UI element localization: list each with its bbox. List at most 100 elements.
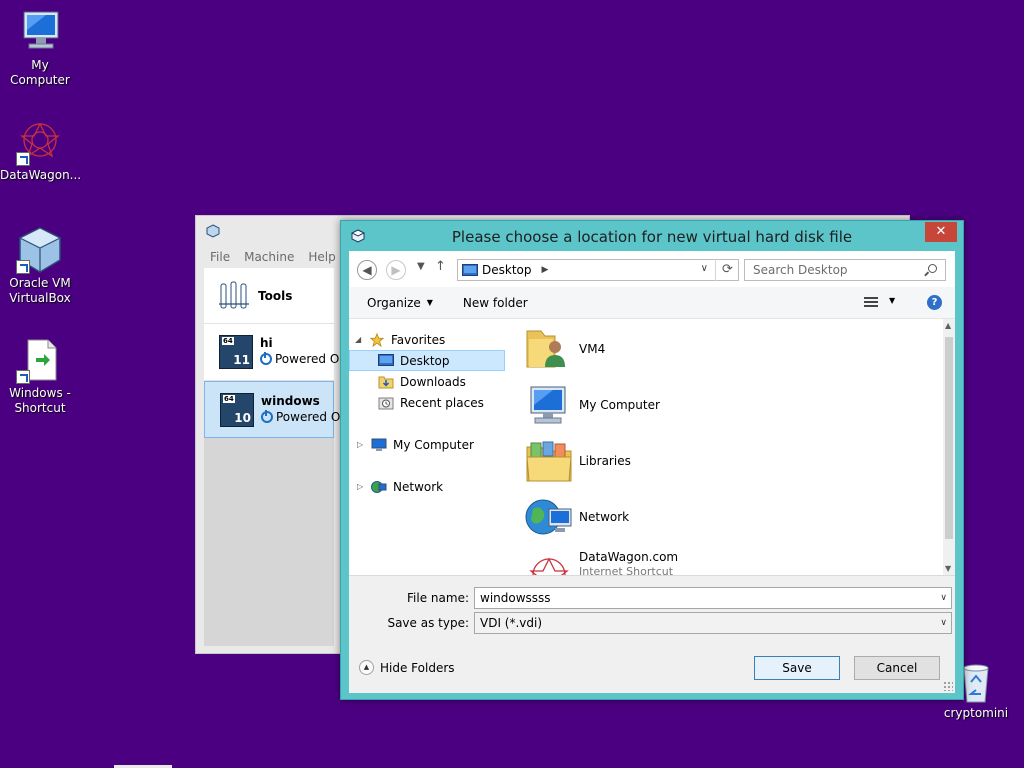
- save-file-dialog[interactable]: Please choose a location for new virtual…: [340, 220, 964, 700]
- organize-button[interactable]: Organize ▼: [367, 296, 433, 310]
- file-name: My Computer: [579, 398, 660, 412]
- recent-locations-dropdown[interactable]: ▼: [417, 261, 425, 272]
- arrow-up-icon: ↑: [435, 259, 446, 274]
- desktop-icon-label: Oracle VM VirtualBox: [9, 276, 71, 305]
- star-icon: [369, 332, 385, 347]
- file-name-label: File name:: [407, 591, 469, 605]
- file-item-datawagon[interactable]: DataWagon.com Internet Shortcut: [525, 547, 825, 575]
- dialog-toolbar: Organize ▼ New folder ▼ ?: [349, 287, 955, 319]
- file-name: VM4: [579, 342, 606, 356]
- tools-icon: [219, 281, 249, 308]
- back-button[interactable]: ◀: [357, 260, 377, 280]
- scroll-up-icon[interactable]: ▲: [945, 321, 951, 330]
- forward-button[interactable]: ▶: [386, 260, 406, 280]
- menu-file[interactable]: File: [210, 250, 230, 264]
- computer-icon: [371, 438, 387, 451]
- desktop-icon-virtualbox[interactable]: Oracle VM VirtualBox: [0, 226, 80, 306]
- hide-folders-button[interactable]: ▲ Hide Folders: [359, 660, 455, 675]
- save-button[interactable]: Save: [754, 656, 840, 680]
- file-item-libraries[interactable]: Libraries: [525, 437, 825, 487]
- chevron-down-icon[interactable]: ▼: [889, 296, 895, 305]
- file-name: DataWagon.com: [579, 550, 679, 564]
- file-name-value: windowssss: [480, 591, 551, 605]
- refresh-button[interactable]: ⟳: [715, 259, 739, 281]
- file-name-field[interactable]: windowssss ∨: [474, 587, 952, 609]
- chevron-right-icon[interactable]: ▶: [542, 265, 549, 275]
- file-item-network[interactable]: Network: [525, 493, 825, 543]
- refresh-icon: ⟳: [722, 262, 733, 277]
- shortcut-arrow-icon: [16, 370, 30, 384]
- close-button[interactable]: ✕: [925, 222, 957, 242]
- menu-help[interactable]: Help: [308, 250, 335, 264]
- tree-label: Favorites: [391, 332, 446, 347]
- view-options-icon[interactable]: [864, 297, 878, 309]
- new-folder-button[interactable]: New folder: [463, 296, 528, 310]
- desktop-icon-my-computer[interactable]: My Computer: [0, 8, 80, 88]
- vertical-scrollbar[interactable]: ▲ ▼: [943, 319, 955, 575]
- user-folder-icon: [526, 330, 565, 368]
- network-icon: [525, 499, 572, 535]
- save-type-select[interactable]: VDI (*.vdi) ∨: [474, 612, 952, 634]
- search-input[interactable]: Search Desktop: [744, 259, 946, 281]
- file-item-my-computer[interactable]: My Computer: [525, 381, 825, 431]
- tree-label: My Computer: [393, 437, 474, 452]
- os-bits-badge: 64: [222, 337, 234, 345]
- vm-list-item-hi[interactable]: 64 11 hi Powered O: [204, 324, 339, 381]
- file-name: Libraries: [579, 454, 631, 468]
- tools-item[interactable]: Tools: [204, 268, 334, 324]
- tools-label: Tools: [258, 288, 293, 303]
- tree-item-recent-places[interactable]: Recent places: [378, 392, 484, 413]
- arrow-right-icon: ▶: [391, 263, 401, 277]
- vm-state: Powered O: [260, 352, 339, 366]
- desktop-icon-label: Windows - Shortcut: [9, 386, 71, 415]
- desktop-icon-label: cryptomini: [943, 706, 1009, 720]
- network-icon: [371, 480, 387, 493]
- vm-list-item-windows[interactable]: 64 10 windows Powered O: [204, 381, 340, 438]
- windows-11-os-icon: 64 11: [219, 335, 253, 369]
- desktop-icon-windows-shortcut[interactable]: Windows - Shortcut: [0, 336, 80, 416]
- chevron-down-icon[interactable]: ∨: [701, 263, 708, 274]
- vm-name: windows: [261, 394, 320, 408]
- search-icon: [928, 264, 937, 273]
- scrollbar-thumb[interactable]: [945, 337, 953, 539]
- virtualbox-icon: [16, 226, 64, 274]
- desktop-icon-label: DataWagon...: [0, 168, 82, 182]
- power-off-icon: [260, 352, 272, 365]
- desktop-icon-label: My Computer: [10, 58, 70, 87]
- computer-icon: [530, 386, 566, 424]
- vm-state: Powered O: [261, 410, 340, 424]
- expand-icon[interactable]: ▷: [357, 440, 365, 449]
- tree-item-desktop[interactable]: Desktop: [349, 350, 505, 371]
- tree-item-downloads[interactable]: Downloads: [378, 371, 466, 392]
- address-bar[interactable]: Desktop ▶ ∨: [457, 259, 739, 281]
- expand-icon[interactable]: ▷: [357, 482, 365, 491]
- tree-item-favorites[interactable]: ◢ Favorites: [355, 329, 445, 350]
- libraries-icon: [526, 441, 572, 482]
- chevron-down-icon[interactable]: ∨: [940, 588, 947, 608]
- windows-10-os-icon: 64 10: [220, 393, 254, 427]
- collapse-icon[interactable]: ◢: [355, 335, 363, 344]
- dialog-client: ◀ ▶ ▼ ↑ Desktop ▶ ∨ ⟳ Search Desktop Org…: [349, 251, 955, 693]
- organize-label: Organize: [367, 295, 421, 310]
- virtualbox-icon: [206, 224, 220, 238]
- up-button[interactable]: ↑: [435, 259, 446, 274]
- tree-item-network[interactable]: ▷ Network: [357, 476, 443, 497]
- cancel-button[interactable]: Cancel: [854, 656, 940, 680]
- tree-item-my-computer[interactable]: ▷ My Computer: [357, 434, 474, 455]
- shortcut-arrow-icon: [16, 260, 30, 274]
- scroll-down-icon[interactable]: ▼: [945, 564, 951, 573]
- os-version-badge: 10: [234, 411, 251, 425]
- tree-label: Downloads: [400, 374, 466, 389]
- chevron-down-icon: ▼: [426, 298, 433, 307]
- file-item-vm4[interactable]: VM4: [525, 325, 825, 375]
- chevron-down-icon[interactable]: ∨: [940, 613, 947, 633]
- menu-machine[interactable]: Machine: [244, 250, 294, 264]
- desktop-icon-datawagon[interactable]: DataWagon...: [0, 118, 82, 183]
- datawagon-icon: [16, 118, 64, 166]
- tree-label: Desktop: [400, 353, 450, 368]
- tree-label: Recent places: [400, 395, 484, 410]
- dialog-titlebar[interactable]: Please choose a location for new virtual…: [341, 221, 963, 251]
- vm-name: hi: [260, 336, 273, 350]
- help-icon[interactable]: ?: [927, 295, 942, 310]
- resize-grip[interactable]: [943, 681, 953, 691]
